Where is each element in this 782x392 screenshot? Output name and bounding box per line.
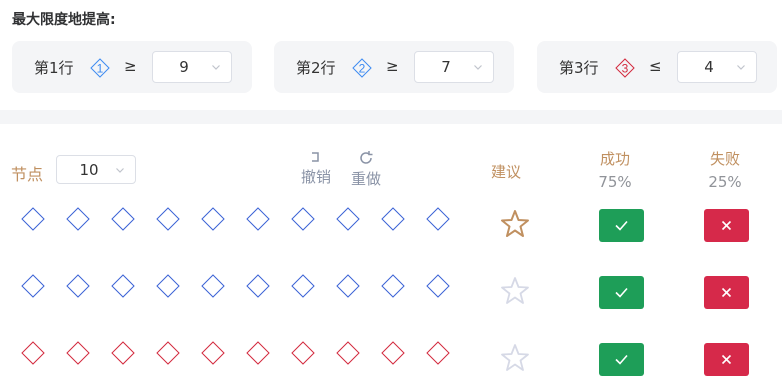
svg-text:1: 1 — [97, 62, 104, 76]
node-count-select[interactable]: 10 — [56, 155, 136, 184]
select-value: 10 — [79, 161, 99, 179]
diamond-number-icon: 1 — [90, 58, 110, 78]
condition-label: 第3行 — [559, 59, 599, 77]
condition-row-2: 第2行 2 ≥ 7 — [274, 41, 514, 93]
diamond-node[interactable] — [111, 207, 135, 231]
diamond-node[interactable] — [291, 341, 315, 365]
fail-percent: 25% — [708, 173, 742, 191]
star-icon[interactable] — [500, 276, 530, 306]
comparison-operator: ≥ — [386, 57, 399, 75]
diamond-number-icon: 3 — [615, 58, 635, 78]
undo-icon — [312, 152, 319, 162]
chevron-down-icon — [737, 65, 745, 70]
undo-label: 撤销 — [300, 168, 331, 186]
chevron-down-icon — [474, 65, 482, 70]
diamond-node[interactable] — [201, 207, 225, 231]
diamond-node[interactable] — [291, 274, 315, 298]
redo-button[interactable]: 重做 — [348, 150, 384, 189]
diamond-node[interactable] — [336, 274, 360, 298]
close-icon — [721, 220, 732, 231]
success-button[interactable] — [599, 276, 644, 309]
diamond-node[interactable] — [246, 341, 270, 365]
diamond-node[interactable] — [381, 274, 405, 298]
diamond-node[interactable] — [111, 341, 135, 365]
diamond-node[interactable] — [426, 341, 450, 365]
diamond-number-icon: 2 — [352, 58, 372, 78]
svg-text:2: 2 — [359, 62, 366, 76]
close-icon — [721, 354, 732, 365]
condition-label: 第1行 — [34, 59, 74, 77]
select-value: 9 — [179, 58, 189, 76]
success-percent: 75% — [598, 173, 632, 191]
check-icon — [615, 287, 628, 298]
chevron-down-icon — [212, 65, 220, 70]
success-button[interactable] — [599, 209, 644, 242]
check-icon — [615, 220, 628, 231]
condition-value-select[interactable]: 4 — [677, 51, 757, 83]
diamond-node[interactable] — [246, 274, 270, 298]
diamond-node[interactable] — [156, 341, 180, 365]
diamond-node[interactable] — [21, 207, 45, 231]
diamond-node[interactable] — [21, 341, 45, 365]
diamond-node[interactable] — [426, 274, 450, 298]
diamond-node[interactable] — [336, 341, 360, 365]
fail-button[interactable] — [704, 343, 749, 376]
diamond-node[interactable] — [21, 274, 45, 298]
condition-value-select[interactable]: 9 — [152, 51, 232, 83]
redo-label: 重做 — [350, 170, 381, 188]
diamond-node[interactable] — [201, 341, 225, 365]
fail-button[interactable] — [704, 276, 749, 309]
diamond-node[interactable] — [156, 274, 180, 298]
undo-button[interactable]: 撤销 — [298, 150, 334, 187]
fail-button[interactable] — [704, 209, 749, 242]
diamond-node[interactable] — [246, 207, 270, 231]
condition-row-1: 第1行 1 ≥ 9 — [12, 41, 252, 93]
condition-value-select[interactable]: 7 — [414, 51, 494, 83]
refresh-icon — [360, 151, 373, 164]
select-value: 4 — [704, 58, 714, 76]
success-header: 成功 — [599, 150, 630, 168]
diamond-node[interactable] — [66, 341, 90, 365]
fail-header: 失败 — [709, 150, 740, 168]
node-label: 节点 — [11, 165, 44, 184]
diamond-node[interactable] — [111, 274, 135, 298]
condition-label: 第2行 — [296, 59, 336, 77]
chevron-down-icon — [116, 168, 124, 173]
comparison-operator: ≥ — [124, 57, 137, 75]
star-icon[interactable] — [500, 343, 530, 373]
diamond-node[interactable] — [381, 207, 405, 231]
diamond-node[interactable] — [426, 207, 450, 231]
comparison-operator: ≤ — [649, 57, 662, 75]
diamond-node[interactable] — [291, 207, 315, 231]
star-icon[interactable] — [500, 209, 530, 239]
suggest-header: 建议 — [490, 163, 521, 181]
select-value: 7 — [441, 58, 451, 76]
diamond-node[interactable] — [66, 207, 90, 231]
close-icon — [721, 287, 732, 298]
svg-text:3: 3 — [622, 62, 629, 76]
diamond-node[interactable] — [336, 207, 360, 231]
check-icon — [615, 354, 628, 365]
condition-row-3: 第3行 3 ≤ 4 — [537, 41, 777, 93]
page-title: 最大限度地提高: — [12, 12, 116, 28]
diamond-node[interactable] — [156, 207, 180, 231]
diamond-node[interactable] — [66, 274, 90, 298]
section-divider — [0, 110, 782, 124]
diamond-node[interactable] — [201, 274, 225, 298]
diamond-node[interactable] — [381, 341, 405, 365]
success-button[interactable] — [599, 343, 644, 376]
